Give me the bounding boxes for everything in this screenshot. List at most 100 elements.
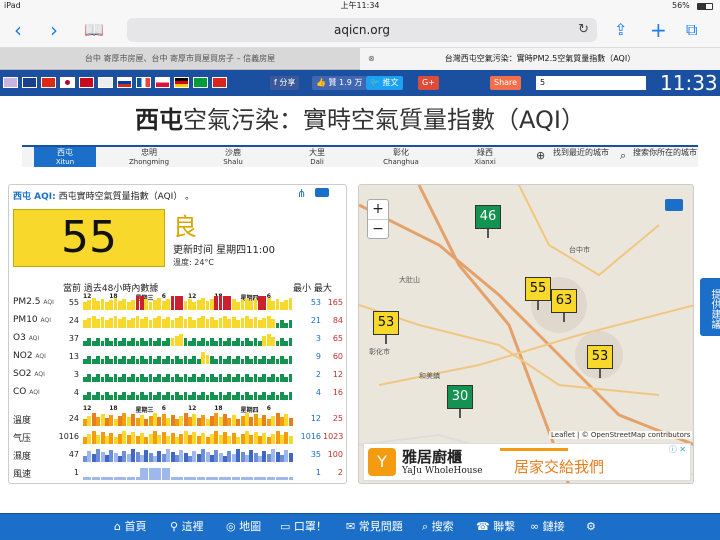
flag-jp-icon[interactable] bbox=[60, 77, 75, 88]
map-marker[interactable]: 63 bbox=[551, 289, 577, 322]
flag-de-icon[interactable] bbox=[174, 77, 189, 88]
search-icon: ⌕ bbox=[422, 520, 429, 533]
search-city-button[interactable]: ⌕ 搜索你所在的城市 bbox=[618, 147, 698, 167]
flag-br-icon[interactable] bbox=[193, 77, 208, 88]
history-bar bbox=[209, 392, 214, 400]
history-bar bbox=[192, 302, 197, 310]
pollutant-name: 气压 bbox=[13, 434, 32, 444]
hour-label: 6 bbox=[161, 405, 166, 412]
history-bar bbox=[214, 359, 219, 364]
history-bar bbox=[135, 296, 140, 310]
nav-map[interactable]: ◎ 地圖 bbox=[226, 520, 261, 534]
station-dali[interactable]: 大里 Dali bbox=[286, 147, 348, 167]
history-bar bbox=[118, 341, 122, 346]
station-name: 西屯 bbox=[57, 148, 73, 157]
history-sparkline[interactable] bbox=[83, 412, 293, 426]
reload-icon[interactable]: ↻ bbox=[578, 18, 589, 42]
flag-fr-icon[interactable] bbox=[136, 77, 151, 88]
map-marker[interactable]: 30 bbox=[447, 385, 473, 418]
history-sparkline[interactable] bbox=[83, 448, 293, 462]
flag-pl-icon[interactable] bbox=[155, 77, 170, 88]
pollutant-unit: AQI bbox=[43, 299, 54, 306]
flag-cn-icon[interactable] bbox=[41, 77, 56, 88]
flag-es-icon[interactable] bbox=[79, 77, 94, 88]
nav-faq[interactable]: ✉ 常見問題 bbox=[346, 520, 403, 534]
history-sparkline[interactable] bbox=[83, 466, 293, 480]
min-value: 9 bbox=[315, 352, 321, 361]
nav-settings[interactable]: ⚙ bbox=[586, 520, 596, 534]
flag-kr-icon[interactable] bbox=[98, 77, 113, 88]
nearest-city-button[interactable]: ⊕ 找到最近的城市 bbox=[534, 147, 614, 167]
station-shalu[interactable]: 沙鹿 Shalu bbox=[202, 147, 264, 167]
flag-icon[interactable] bbox=[3, 77, 18, 88]
history-bar bbox=[170, 395, 175, 400]
ad-banner[interactable]: Y 雅居廚櫃 YaJu WholeHouse 居家交給我們 ⓘ ✕ bbox=[363, 443, 691, 481]
station-zhongming[interactable]: 忠明 Zhongming bbox=[118, 147, 180, 167]
nav-contact[interactable]: ☎ 聯繫 bbox=[476, 520, 515, 534]
map[interactable]: + − 46 55 63 53 53 30 大肚山 和美鎮 彰化市 台中市 Le… bbox=[358, 184, 694, 484]
history-bar bbox=[131, 374, 135, 382]
close-tab-icon[interactable]: ⊗ bbox=[368, 48, 375, 70]
facebook-like-button[interactable]: 👍 贊 1.9 万 bbox=[312, 76, 367, 90]
map-marker[interactable]: 53 bbox=[587, 345, 613, 378]
map-attribution[interactable]: Leaflet | © OpenStreetMap contributors bbox=[549, 431, 693, 439]
share-icon[interactable]: ⇪ bbox=[614, 18, 627, 42]
zoom-in-button[interactable]: + bbox=[368, 200, 388, 220]
address-bar[interactable]: aqicn.org ↻ bbox=[127, 18, 597, 42]
history-sparkline[interactable] bbox=[83, 296, 293, 310]
station-xitun[interactable]: 西屯 Xitun bbox=[34, 147, 96, 167]
history-bar bbox=[288, 338, 293, 346]
history-sparkline[interactable] bbox=[83, 350, 293, 364]
history-sparkline[interactable] bbox=[83, 314, 293, 328]
tabs-icon[interactable]: ⧉ bbox=[686, 18, 697, 42]
nav-search[interactable]: ⌕ 搜索 bbox=[422, 520, 454, 534]
facebook-share-button[interactable]: f 分享 bbox=[270, 76, 300, 90]
history-sparkline[interactable] bbox=[83, 368, 293, 382]
nav-home[interactable]: ⌂ 首頁 bbox=[114, 520, 146, 534]
flag-uk-icon[interactable] bbox=[22, 77, 37, 88]
layers-icon[interactable] bbox=[665, 199, 683, 211]
history-bar bbox=[170, 338, 175, 346]
updated-time: 更新时间 星期四11:00 bbox=[173, 245, 275, 256]
station-xianxi[interactable]: 綠西 Xianxi bbox=[454, 147, 516, 167]
history-sparkline[interactable] bbox=[83, 332, 293, 346]
tab-2[interactable]: ⊗ 台灣西屯空氣污染：實時PM2.5空氣質量指數（AQI） bbox=[360, 48, 720, 70]
layers-icon[interactable] bbox=[315, 188, 329, 197]
history-bar bbox=[227, 374, 232, 382]
share-icon[interactable]: ⋔ bbox=[297, 187, 306, 200]
history-sparkline[interactable] bbox=[83, 430, 293, 444]
gplus-button[interactable]: G+ bbox=[418, 76, 439, 90]
current-value: 24 bbox=[68, 414, 79, 423]
history-bar bbox=[284, 323, 289, 328]
map-roads bbox=[359, 185, 693, 483]
ad-info-icon[interactable]: ⓘ ✕ bbox=[669, 444, 686, 455]
history-sparkline[interactable] bbox=[83, 386, 293, 400]
history-bar bbox=[118, 359, 122, 364]
history-bar bbox=[240, 300, 245, 310]
bookmarks-icon[interactable]: 📖 bbox=[84, 18, 104, 42]
history-bar bbox=[249, 395, 254, 400]
tweet-button[interactable]: 🐦 推文 bbox=[366, 76, 403, 90]
nav-mask[interactable]: ▭ 口罩！ bbox=[280, 520, 327, 534]
map-marker[interactable]: 46 bbox=[475, 205, 501, 238]
forward-icon[interactable]: › bbox=[50, 18, 58, 42]
map-marker[interactable]: 53 bbox=[373, 311, 399, 344]
feedback-tab[interactable]: 提供建議 bbox=[700, 278, 720, 336]
nav-here[interactable]: ⚲ 這裡 bbox=[170, 520, 204, 534]
nav-links[interactable]: ∞ 鏈接 bbox=[530, 520, 565, 534]
flag-vn-icon[interactable] bbox=[212, 77, 227, 88]
history-bar bbox=[104, 338, 109, 346]
new-tab-icon[interactable]: + bbox=[650, 18, 667, 42]
row-label: 气压 bbox=[13, 431, 31, 444]
share-counter-button[interactable]: Share bbox=[490, 76, 522, 90]
history-bar bbox=[236, 302, 240, 310]
back-icon[interactable]: ‹ bbox=[14, 18, 22, 42]
tab-1[interactable]: 台中 寄厚市房屋、台中 寄厚市買屋買房子 – 信義房屋 bbox=[0, 48, 360, 70]
history-bar bbox=[288, 320, 293, 328]
zoom-out-button[interactable]: − bbox=[368, 220, 388, 239]
flag-ru-icon[interactable] bbox=[117, 77, 132, 88]
map-marker[interactable]: 55 bbox=[525, 277, 551, 310]
history-bar bbox=[218, 374, 223, 382]
history-bar bbox=[236, 374, 240, 382]
station-changhua[interactable]: 彰化 Changhua bbox=[370, 147, 432, 167]
